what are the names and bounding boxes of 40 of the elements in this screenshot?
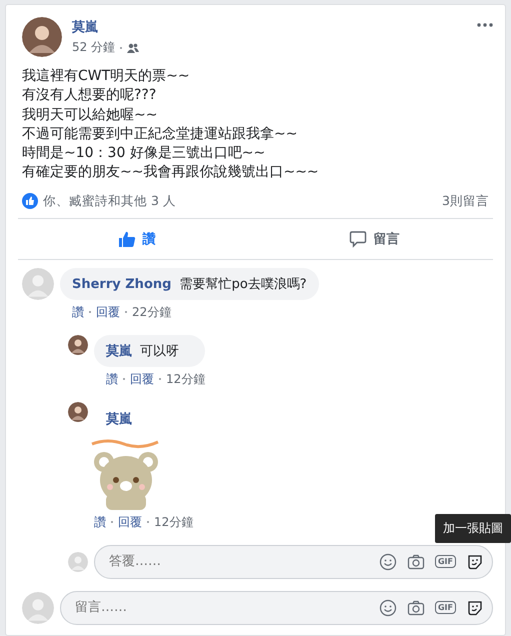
post-author[interactable]: 莫嵐 (72, 18, 467, 36)
reaction-summary[interactable]: 你、臧蜜詩和其他 3 人 (43, 192, 438, 210)
gif-button[interactable]: GIF (434, 555, 456, 568)
comment-action-link[interactable]: 讚 (94, 514, 106, 531)
post-time[interactable]: 52 分鐘 (72, 39, 116, 56)
speech-bubble-icon (349, 230, 368, 248)
comment-button[interactable]: 留言 (256, 218, 493, 259)
comment-time: 12分鐘 (166, 370, 206, 388)
friends-icon (127, 42, 140, 52)
camera-icon[interactable] (406, 552, 425, 571)
avatar[interactable] (68, 334, 88, 355)
comment-count[interactable]: 3則留言 (442, 192, 489, 210)
emoji-icon[interactable] (378, 598, 397, 617)
avatar[interactable] (68, 402, 88, 422)
reply-field[interactable]: 答覆…… GIF (94, 544, 493, 579)
post-text: 我這裡有CWT明天的票~~ 有沒有人想要的呢??? 我明天可以給她喔~~ 不過可能需要到中正紀念堂捷運站跟我拿~~ 時間是~10：30 好像是三號出口吧~~ 有確定要的朋友~~我會再跟你說幾號出口~~~ (21, 67, 320, 182)
like-icon (22, 193, 38, 210)
thumbs-up-icon (118, 230, 136, 248)
emoji-icon[interactable] (378, 552, 397, 571)
comment-author[interactable]: 莫嵐 (106, 410, 194, 428)
comment-action-link[interactable]: 讚 (72, 304, 84, 321)
comment-text: 需要幫忙po去噗浪嗎? (180, 276, 307, 292)
comment-time: 12分鐘 (154, 514, 194, 531)
tooltip: 加一張貼圖 (435, 514, 511, 543)
comment-action-link[interactable]: 回覆 (96, 304, 120, 321)
comment-field[interactable]: 留言…… GIF (60, 590, 493, 625)
like-button[interactable]: 讚 (18, 218, 256, 259)
comment-author[interactable]: 莫嵐 (106, 344, 132, 359)
more-icon[interactable] (477, 23, 493, 27)
camera-icon[interactable] (406, 598, 425, 617)
comment-action-link[interactable]: 回覆 (130, 370, 154, 388)
sticker-icon[interactable] (466, 552, 484, 571)
avatar[interactable] (22, 17, 62, 57)
comment-time: 22分鐘 (132, 304, 172, 321)
comment-action-link[interactable]: 回覆 (118, 514, 142, 531)
comment-text: 可以呀 (140, 344, 180, 359)
comment-author[interactable]: Sherry Zhong (72, 276, 172, 292)
gif-button[interactable]: GIF (434, 601, 456, 614)
comment-action-link[interactable]: 讚 (106, 370, 118, 388)
sticker-icon[interactable] (466, 598, 484, 617)
